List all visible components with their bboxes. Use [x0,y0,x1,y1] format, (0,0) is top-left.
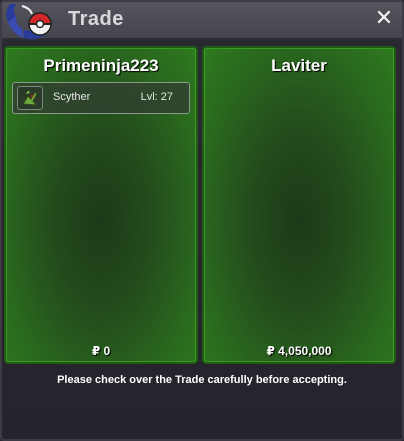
my-money-offer: ₽ 0 [91,344,111,358]
partner-money-offer: ₽ 4,050,000 [266,344,332,358]
partner-player-name: Laviter [271,56,327,75]
pokemon-name: Scyther [53,91,91,103]
partner-offer-panel: Laviter ₽ 4,050,000 [202,46,396,364]
pokeball-logo-icon [6,4,52,40]
scyther-icon [17,86,43,110]
trade-window: Trade ✕ Primeninja223 Scyther Lvl: 27 ₽ … [0,0,404,441]
my-player-name: Primeninja223 [43,56,159,75]
window-title: Trade [68,8,124,30]
close-icon[interactable]: ✕ [372,6,396,30]
pokemon-level: Lvl: 27 [140,91,173,103]
trade-notice: Please check over the Trade carefully be… [57,374,347,386]
offered-pokemon-slot[interactable]: Scyther Lvl: 27 [12,82,190,114]
my-offer-panel: Primeninja223 Scyther Lvl: 27 ₽ 0 [4,46,198,364]
